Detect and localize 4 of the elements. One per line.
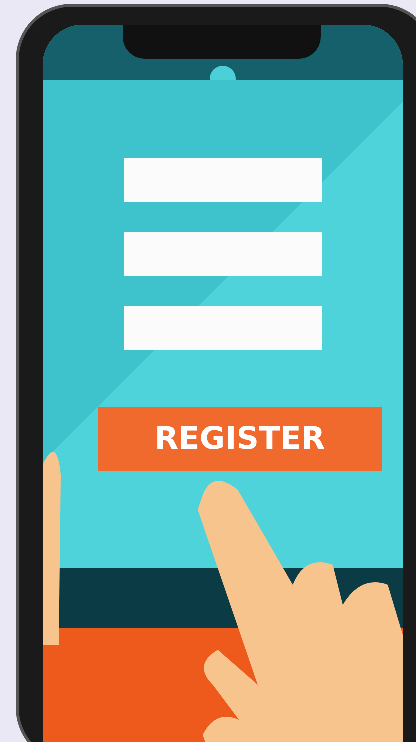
input-field[interactable] — [124, 158, 322, 202]
register-button[interactable]: REGISTER — [98, 407, 382, 471]
input-field[interactable] — [124, 306, 322, 350]
input-field[interactable] — [124, 232, 322, 276]
